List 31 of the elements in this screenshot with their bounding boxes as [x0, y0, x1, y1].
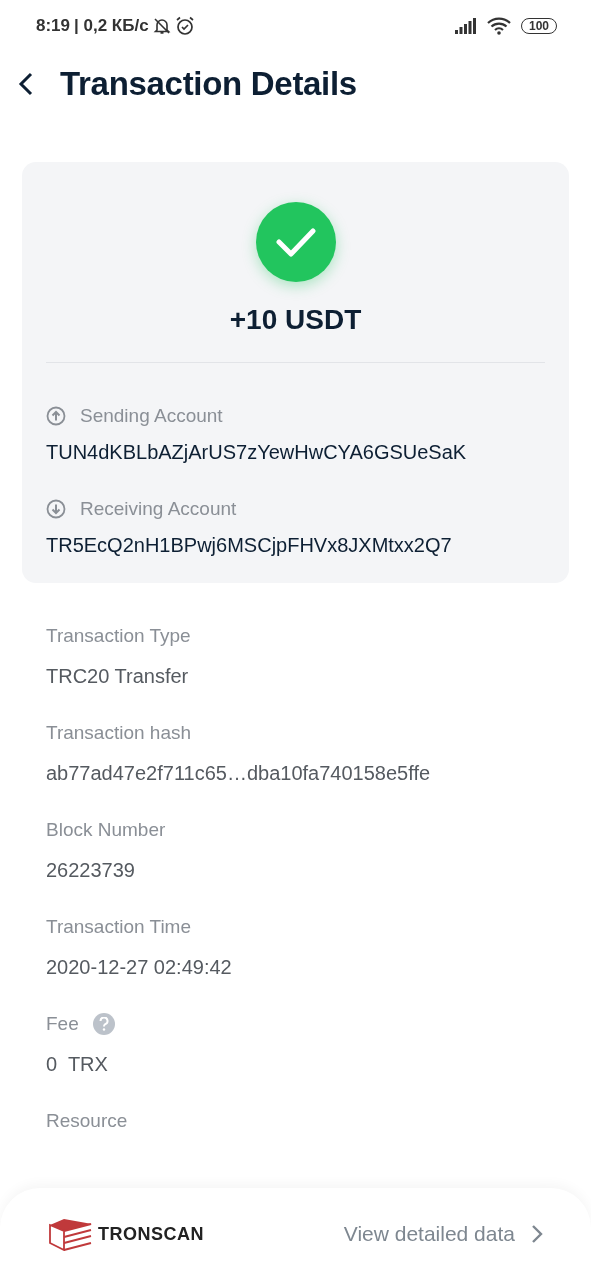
status-time: 8:19: [36, 16, 71, 36]
page-title: Transaction Details: [60, 65, 357, 103]
chevron-right-icon: [531, 1224, 543, 1244]
detail-value: 0 TRX: [46, 1053, 109, 1076]
account-address: TUN4dKBLbAZjArUS7zYewHwCYA6GSUeSaK: [46, 441, 468, 464]
view-details-link[interactable]: View detailed data: [343, 1222, 543, 1246]
back-icon: [18, 71, 34, 97]
detail-label: Block Number: [46, 819, 166, 841]
bell-off-icon: [152, 17, 171, 35]
alarm-icon: [174, 16, 195, 36]
detail-value: 2020-12-27 02:49:42: [46, 956, 233, 979]
detail-label: Fee: [46, 1013, 79, 1035]
logo-icon: [48, 1217, 92, 1251]
success-check-icon: [255, 202, 336, 282]
detail-label: Resource: [46, 1110, 128, 1132]
amount: +10 USDT: [229, 304, 362, 336]
network-speed: | 0,2 КБ/с: [74, 16, 149, 36]
brand-name: TRONSCAN: [98, 1223, 204, 1245]
account-label: Receiving Account: [80, 498, 237, 520]
detail-value: ab77ad47e2f711c65…dba10fa740158e5ffe: [46, 762, 432, 785]
detail-label: Transaction Type: [46, 625, 191, 647]
detail-label: Transaction Time: [46, 916, 191, 938]
arrow-down-circle-icon: [46, 499, 66, 519]
detail-label: Transaction hash: [46, 722, 192, 744]
detail-value: TRC20 Transfer: [46, 665, 190, 688]
arrow-up-circle-icon: [46, 406, 66, 426]
account-address: TR5EcQ2nH1BPwj6MSCjpFHVx8JXMtxx2Q7: [46, 534, 453, 557]
wifi-icon: [486, 17, 511, 35]
account-label: Sending Account: [80, 405, 223, 427]
signal-icon: [454, 18, 477, 34]
detail-value: 26223739: [46, 859, 136, 882]
